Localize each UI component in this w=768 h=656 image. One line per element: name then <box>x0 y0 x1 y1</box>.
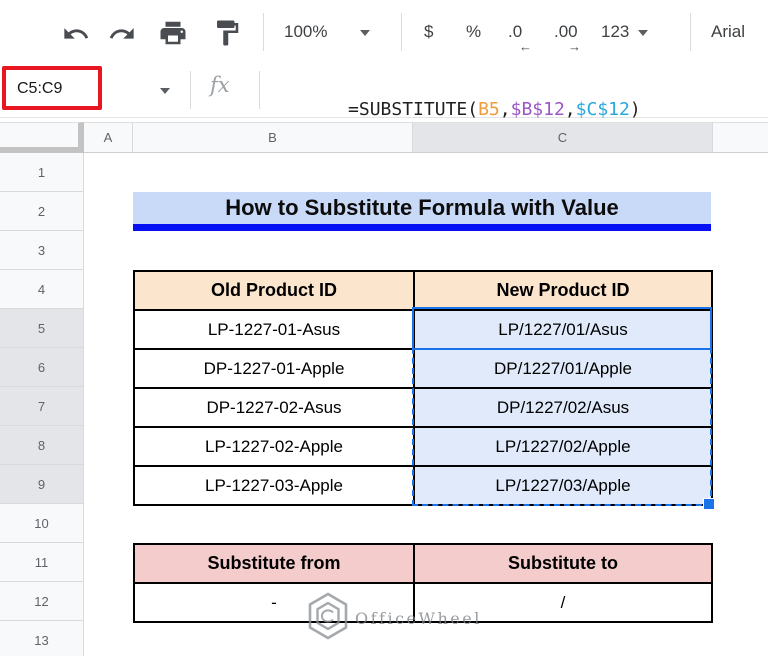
undo-button[interactable] <box>62 20 90 53</box>
row-header-8[interactable]: 8 <box>0 426 84 465</box>
zoom-select[interactable]: 100% <box>284 22 327 42</box>
formula-part: ) <box>629 99 641 120</box>
row-header-11[interactable]: 11 <box>0 543 84 582</box>
row-header-10[interactable]: 10 <box>0 504 84 543</box>
column-header-D-partial[interactable] <box>713 122 768 153</box>
redo-icon <box>108 20 136 53</box>
formula-bar: C5:C9 fx =SUBSTITUTE(B5,$B$12,$C$12) <box>0 62 768 120</box>
row-header-2[interactable]: 2 <box>0 192 84 231</box>
font-family-select[interactable]: Arial <box>711 22 745 42</box>
cell-C9[interactable]: LP/1227/03/Apple <box>415 467 711 504</box>
row-header-13[interactable]: 13 <box>0 621 84 656</box>
row-header-12[interactable]: 12 <box>0 582 84 621</box>
name-box-highlight-annotation <box>2 66 102 110</box>
toolbar-divider <box>690 13 691 51</box>
watermark-text: OfficeWheel <box>355 609 482 628</box>
cell-C6[interactable]: DP/1227/01/Apple <box>415 350 711 387</box>
cell-B11[interactable]: Substitute from <box>135 545 413 582</box>
cell-B8[interactable]: LP-1227-02-Apple <box>135 428 413 465</box>
decrease-decimal-button[interactable]: .0 ← <box>508 22 532 54</box>
formula-part: =SUBSTITUTE( <box>348 99 479 120</box>
cell-C8[interactable]: LP/1227/02/Apple <box>415 428 711 465</box>
more-formats-button[interactable]: 123 <box>601 22 629 42</box>
toolbar: 100% $ % .0 ← .00 → 123 Arial <box>0 0 768 62</box>
formula-part: , <box>564 99 576 120</box>
zoom-dropdown-caret-icon[interactable] <box>360 30 370 36</box>
print-icon <box>158 18 188 53</box>
cell-C5[interactable]: LP/1227/01/Asus <box>415 311 711 348</box>
redo-button[interactable] <box>108 20 136 53</box>
fill-handle[interactable] <box>703 498 715 510</box>
formula-part-ref: $B$12 <box>510 99 565 120</box>
decrease-decimal-arrow-icon: ← <box>519 39 532 54</box>
more-formats-caret-icon[interactable] <box>638 30 648 36</box>
column-header-B[interactable]: B <box>133 122 413 153</box>
formula-part-ref: B5 <box>478 99 500 120</box>
cell-C7[interactable]: DP/1227/02/Asus <box>415 389 711 426</box>
cell-B9[interactable]: LP-1227-03-Apple <box>135 467 413 504</box>
increase-decimal-arrow-icon: → <box>568 39 581 54</box>
officewheel-watermark: OfficeWheel <box>305 591 482 646</box>
cell-B5[interactable]: LP-1227-01-Asus <box>135 311 413 348</box>
column-header-C[interactable]: C <box>413 122 713 153</box>
increase-decimal-button[interactable]: .00 → <box>554 22 581 54</box>
paint-format-button[interactable] <box>212 18 242 53</box>
row-header-4[interactable]: 4 <box>0 270 84 309</box>
row-header-7[interactable]: 7 <box>0 387 84 426</box>
row-header-5[interactable]: 5 <box>0 309 84 348</box>
product-id-table: Old Product ID New Product ID LP-1227-01… <box>133 270 713 506</box>
format-currency-button[interactable]: $ <box>424 22 433 42</box>
cell-B4[interactable]: Old Product ID <box>135 272 413 309</box>
formula-part: , <box>499 99 511 120</box>
row-header-6[interactable]: 6 <box>0 348 84 387</box>
column-header-A[interactable]: A <box>84 122 133 153</box>
formula-bar-divider <box>259 71 260 109</box>
row-header-9[interactable]: 9 <box>0 465 84 504</box>
toolbar-divider <box>263 13 264 51</box>
spreadsheet-app: 100% $ % .0 ← .00 → 123 Arial C5:C9 fx =… <box>0 0 768 656</box>
officewheel-logo-icon <box>305 591 351 646</box>
select-all-corner[interactable] <box>0 122 84 153</box>
cell-C11[interactable]: Substitute to <box>415 545 711 582</box>
row-header-3[interactable]: 3 <box>0 231 84 270</box>
fx-icon: fx <box>210 73 230 97</box>
cell-title-B2[interactable]: How to Substitute Formula with Value <box>133 192 711 231</box>
name-box-caret-icon[interactable] <box>160 88 170 94</box>
row-header-1[interactable]: 1 <box>0 153 84 192</box>
cell-B7[interactable]: DP-1227-02-Asus <box>135 389 413 426</box>
formula-bar-divider <box>190 71 191 109</box>
cell-C4[interactable]: New Product ID <box>415 272 711 309</box>
print-button[interactable] <box>158 18 188 53</box>
toolbar-divider <box>401 13 402 51</box>
cell-B6[interactable]: DP-1227-01-Apple <box>135 350 413 387</box>
undo-icon <box>62 20 90 53</box>
paint-format-icon <box>212 18 242 53</box>
formula-part-ref: $C$12 <box>575 99 630 120</box>
format-percent-button[interactable]: % <box>466 22 481 42</box>
